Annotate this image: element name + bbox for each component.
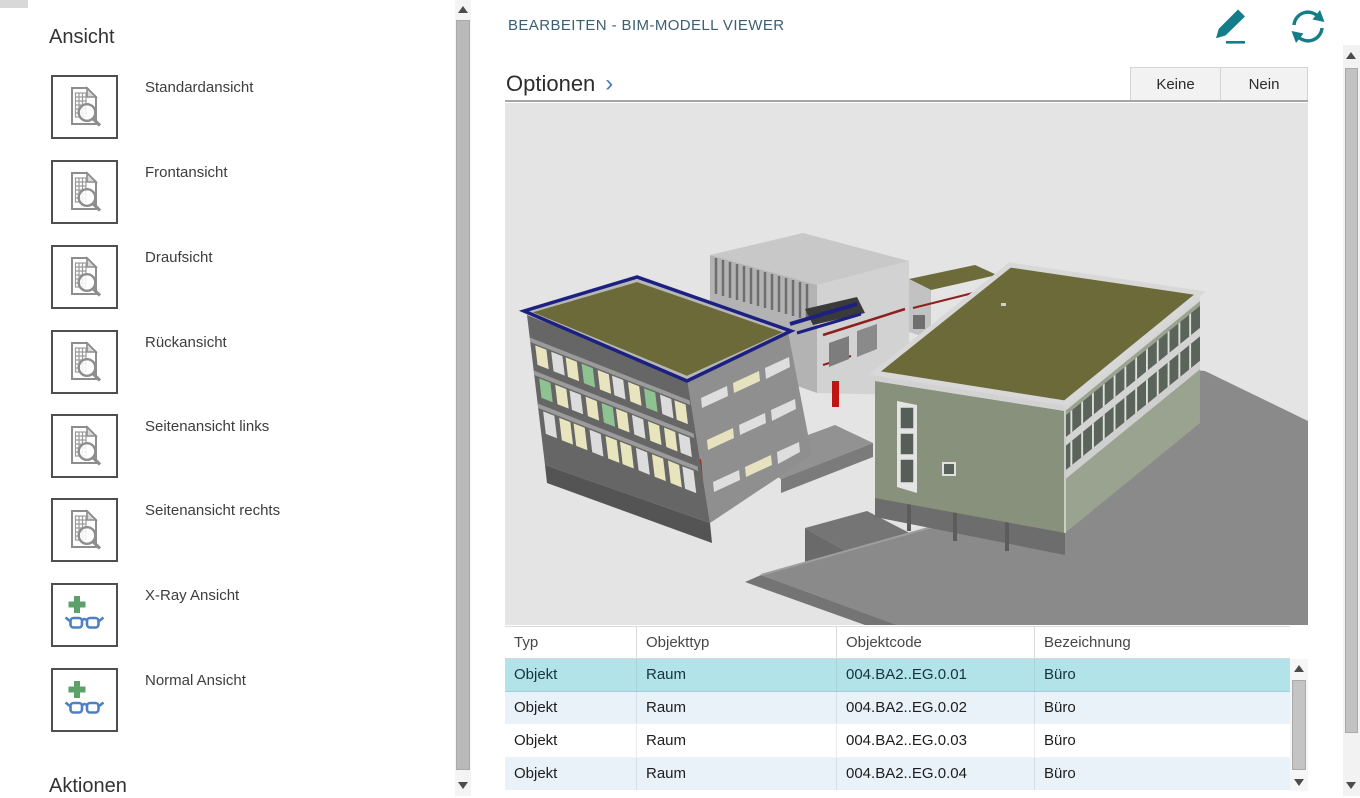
sidebar-item-normal-ansicht[interactable]: Normal Ansicht xyxy=(51,668,431,738)
column-header-objekttyp[interactable]: Objekttyp xyxy=(637,627,837,658)
frontansicht-tile[interactable] xyxy=(51,160,118,224)
keine-button[interactable]: Keine xyxy=(1130,67,1221,101)
glasses-plus-icon xyxy=(64,680,105,721)
document-magnifier-icon xyxy=(64,170,105,215)
bim-viewer-page: { "sidebar": { "heading": "Ansicht", "it… xyxy=(0,0,1360,796)
sidebar-item-label: Seitenansicht links xyxy=(145,418,269,435)
nein-button[interactable]: Nein xyxy=(1220,67,1308,101)
sidebar-item-label: Frontansicht xyxy=(145,164,228,181)
options-expander[interactable]: Optionen › xyxy=(506,70,613,98)
table-header-row: Typ Objekttyp Objektcode Bezeichnung xyxy=(505,626,1290,659)
cell-objekttyp: Raum xyxy=(637,758,837,790)
document-magnifier-icon xyxy=(64,340,105,385)
sidebar-item-standardansicht[interactable]: Standardansicht xyxy=(51,75,431,145)
column-header-objektcode[interactable]: Objektcode xyxy=(837,627,1035,658)
draufsicht-tile[interactable] xyxy=(51,245,118,309)
cell-bezeichnung: Büro xyxy=(1035,725,1290,757)
document-magnifier-icon xyxy=(64,255,105,300)
cell-typ: Objekt xyxy=(505,659,637,691)
sidebar-item-draufsicht[interactable]: Draufsicht xyxy=(51,245,431,315)
cell-objekttyp: Raum xyxy=(637,659,837,691)
table-row[interactable]: Objekt Raum 004.BA2..EG.0.02 Büro xyxy=(505,692,1290,725)
normal-ansicht-tile[interactable] xyxy=(51,668,118,732)
document-magnifier-icon xyxy=(64,508,105,553)
page-scroll-up-arrow[interactable] xyxy=(1346,52,1356,59)
sidebar-item-label: Normal Ansicht xyxy=(145,672,246,689)
cell-objektcode: 004.BA2..EG.0.04 xyxy=(837,758,1035,790)
seitenansicht-links-tile[interactable] xyxy=(51,414,118,478)
sidebar-scroll-up-arrow[interactable] xyxy=(458,6,468,13)
sidebar-item-xray-ansicht[interactable]: X-Ray Ansicht xyxy=(51,583,431,653)
sidebar-item-seitenansicht-links[interactable]: Seitenansicht links xyxy=(51,414,431,484)
cell-objektcode: 004.BA2..EG.0.01 xyxy=(837,659,1035,691)
options-divider xyxy=(505,100,1308,102)
cell-bezeichnung: Büro xyxy=(1035,692,1290,724)
document-magnifier-icon xyxy=(64,85,105,130)
chevron-right-icon: › xyxy=(605,70,613,97)
top-edge-fragment xyxy=(0,0,28,8)
table-scrollbar-thumb[interactable] xyxy=(1292,680,1306,770)
cell-typ: Objekt xyxy=(505,725,637,757)
sidebar-item-seitenansicht-rechts[interactable]: Seitenansicht rechts xyxy=(51,498,431,568)
cell-typ: Objekt xyxy=(505,692,637,724)
xray-ansicht-tile[interactable] xyxy=(51,583,118,647)
refresh-icon[interactable] xyxy=(1286,6,1330,48)
sidebar-item-label: Seitenansicht rechts xyxy=(145,502,280,519)
cell-typ: Objekt xyxy=(505,758,637,790)
sidebar-item-label: Standardansicht xyxy=(145,79,253,96)
cell-bezeichnung: Büro xyxy=(1035,659,1290,691)
cell-objektcode: 004.BA2..EG.0.02 xyxy=(837,692,1035,724)
page-scrollbar-thumb[interactable] xyxy=(1345,68,1358,733)
seitenansicht-rechts-tile[interactable] xyxy=(51,498,118,562)
sidebar-heading-aktionen: Aktionen xyxy=(49,775,127,798)
bim-3d-scene[interactable] xyxy=(505,103,1308,625)
column-header-bezeichnung[interactable]: Bezeichnung xyxy=(1035,627,1290,658)
glasses-plus-icon xyxy=(64,595,105,636)
sidebar-item-label: Draufsicht xyxy=(145,249,213,266)
sidebar-item-label: Rückansicht xyxy=(145,334,227,351)
sidebar-scroll-down-arrow[interactable] xyxy=(458,782,468,789)
document-magnifier-icon xyxy=(64,424,105,469)
edit-pencil-icon[interactable] xyxy=(1205,5,1251,47)
sidebar-heading-ansicht: Ansicht xyxy=(49,26,115,49)
cell-objekttyp: Raum xyxy=(637,725,837,757)
standardansicht-tile[interactable] xyxy=(51,75,118,139)
options-label: Optionen xyxy=(506,71,595,96)
table-scroll-up-arrow[interactable] xyxy=(1294,665,1304,672)
table-row-selected[interactable]: Objekt Raum 004.BA2..EG.0.01 Büro xyxy=(505,659,1290,692)
table-row[interactable]: Objekt Raum 004.BA2..EG.0.03 Büro xyxy=(505,725,1290,758)
sidebar-scrollbar-thumb[interactable] xyxy=(456,20,470,770)
rueckansicht-tile[interactable] xyxy=(51,330,118,394)
cell-objektcode: 004.BA2..EG.0.03 xyxy=(837,725,1035,757)
cell-objekttyp: Raum xyxy=(637,692,837,724)
page-scroll-down-arrow[interactable] xyxy=(1346,782,1356,789)
sidebar-item-frontansicht[interactable]: Frontansicht xyxy=(51,160,431,230)
column-header-typ[interactable]: Typ xyxy=(505,627,637,658)
sidebar-item-rueckansicht[interactable]: Rückansicht xyxy=(51,330,431,400)
page-title: BEARBEITEN - BIM-MODELL VIEWER xyxy=(508,17,785,34)
table-scroll-down-arrow[interactable] xyxy=(1294,779,1304,786)
sidebar-item-label: X-Ray Ansicht xyxy=(145,587,239,604)
table-row[interactable]: Objekt Raum 004.BA2..EG.0.04 Büro xyxy=(505,758,1290,791)
cell-bezeichnung: Büro xyxy=(1035,758,1290,790)
bim-3d-viewport[interactable] xyxy=(505,103,1308,625)
